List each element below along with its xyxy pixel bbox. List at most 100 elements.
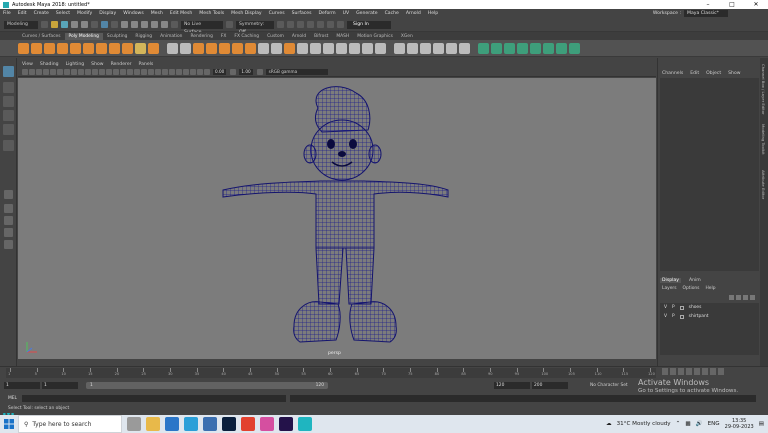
separate-icon[interactable] — [180, 42, 191, 54]
slide-edge-icon[interactable] — [407, 42, 418, 54]
poly-plane-icon[interactable] — [83, 42, 94, 54]
film-gate-icon[interactable] — [71, 69, 77, 75]
select-objects-icon[interactable] — [101, 21, 108, 28]
fill-hole-icon[interactable] — [271, 42, 282, 54]
resolution-gate-icon[interactable] — [78, 69, 84, 75]
gamma-field[interactable]: 1.00 — [239, 69, 253, 75]
play-forwards-icon[interactable] — [694, 368, 700, 375]
smooth-shade-icon[interactable] — [120, 69, 126, 75]
lasso-tool-icon[interactable] — [3, 82, 14, 93]
menu-arnold[interactable]: Arnold — [406, 11, 421, 16]
menuset-dropdown[interactable]: Modeling — [4, 20, 38, 29]
ipr-render-icon[interactable] — [287, 21, 294, 28]
menu-mesh-display[interactable]: Mesh Display — [231, 11, 262, 16]
shelf-tab-mash[interactable]: MASH — [332, 33, 353, 40]
file-explorer-icon[interactable] — [146, 417, 160, 431]
layer-down-icon[interactable] — [736, 295, 741, 300]
layer-color-swatch[interactable] — [679, 305, 684, 310]
shelf-tab-curves-surfaces[interactable]: Curves / Surfaces — [18, 33, 65, 40]
workspace-dropdown[interactable]: Maya Classic* — [684, 10, 728, 17]
shelf-tab-sculpting[interactable]: Sculpting — [103, 33, 132, 40]
menu-deform[interactable]: Deform — [319, 11, 336, 16]
menu-mesh[interactable]: Mesh — [151, 11, 163, 16]
clock[interactable]: 13:35 29-09-2023 — [725, 418, 754, 431]
poly-sphere-icon[interactable] — [18, 42, 29, 54]
bevel-icon[interactable] — [284, 42, 295, 54]
redo-icon[interactable] — [81, 21, 88, 28]
network-icon[interactable]: ▩ — [685, 421, 690, 427]
four-view-layout-icon[interactable] — [4, 204, 13, 213]
language-indicator[interactable]: ENG — [708, 421, 720, 427]
safe-title-icon[interactable] — [106, 69, 112, 75]
image-plane-icon[interactable] — [43, 69, 49, 75]
layer-visibility[interactable]: V — [664, 305, 667, 310]
premiere-icon[interactable] — [279, 417, 293, 431]
uv-spherical-icon[interactable] — [504, 42, 515, 54]
menu-mesh-tools[interactable]: Mesh Tools — [199, 11, 224, 16]
open-scene-icon[interactable] — [51, 21, 58, 28]
save-scene-icon[interactable] — [61, 21, 68, 28]
uv-cut-icon[interactable] — [569, 42, 580, 54]
gate-mask-icon[interactable] — [85, 69, 91, 75]
character-set[interactable]: No Character Set — [590, 383, 628, 388]
append-icon[interactable] — [258, 42, 269, 54]
shelf-tab-rigging[interactable]: Rigging — [131, 33, 156, 40]
merge-icon[interactable] — [297, 42, 308, 54]
2d-pan-zoom-icon[interactable] — [50, 69, 56, 75]
close-icon[interactable]: ✕ — [744, 0, 768, 9]
snap-surface-icon[interactable] — [161, 21, 168, 28]
color-management-icon[interactable] — [256, 69, 263, 75]
snap-point-icon[interactable] — [141, 21, 148, 28]
field-chart-icon[interactable] — [92, 69, 98, 75]
graph-layout-icon[interactable] — [4, 240, 13, 249]
isolate-select-icon[interactable] — [176, 69, 182, 75]
undo-icon[interactable] — [71, 21, 78, 28]
layers-menu[interactable]: Layers — [662, 286, 677, 291]
layer-row[interactable]: V P shirtpant — [660, 312, 759, 321]
weather-text[interactable]: 31°C Mostly cloudy — [617, 421, 671, 427]
viewport-menu-renderer[interactable]: Renderer — [111, 62, 132, 67]
anti-aliasing-icon[interactable] — [169, 69, 175, 75]
scale-tool-icon[interactable] — [3, 140, 14, 151]
xray-icon[interactable] — [183, 69, 189, 75]
layer-row[interactable]: V P shoes — [660, 303, 759, 312]
lights-icon[interactable] — [141, 69, 147, 75]
start-button[interactable] — [0, 415, 18, 433]
edge-loop-icon[interactable] — [349, 42, 360, 54]
menu-display[interactable]: Display — [99, 11, 116, 16]
live-surface-field[interactable]: No Live Surface — [181, 20, 223, 35]
menu-file[interactable]: File — [3, 11, 11, 16]
menu-edit-mesh[interactable]: Edit Mesh — [170, 11, 192, 16]
uv-cylindrical-icon[interactable] — [491, 42, 502, 54]
menu-windows[interactable]: Windows — [123, 11, 144, 16]
history-icon[interactable] — [171, 21, 178, 28]
perspective-viewport[interactable]: persp — [18, 78, 656, 359]
snap-grid-icon[interactable] — [121, 21, 128, 28]
poly-text-icon[interactable] — [135, 42, 146, 54]
poly-cube-icon[interactable] — [31, 42, 42, 54]
user-icon[interactable] — [337, 21, 344, 28]
poly-cylinder-icon[interactable] — [44, 42, 55, 54]
target-weld-icon[interactable] — [336, 42, 347, 54]
select-components-icon[interactable] — [111, 21, 118, 28]
offset-loop-icon[interactable] — [362, 42, 373, 54]
go-to-end-icon[interactable] — [718, 368, 724, 375]
mail-icon[interactable] — [165, 417, 179, 431]
grid-icon[interactable] — [64, 69, 70, 75]
symmetry-dropdown[interactable]: Symmetry: Off — [236, 20, 274, 35]
edit-menu[interactable]: Edit — [690, 71, 699, 76]
shelf-tab-bifrost[interactable]: Bifrost — [310, 33, 332, 40]
uv-layout-icon[interactable] — [556, 42, 567, 54]
shelf-tab-xgen[interactable]: XGen — [397, 33, 417, 40]
show-hidden-icons-icon[interactable]: ⌃ — [676, 421, 681, 427]
start-frame-field[interactable]: 1 — [4, 382, 40, 389]
step-back-frame-icon[interactable] — [678, 368, 684, 375]
shelf-tab-rendering[interactable]: Rendering — [186, 33, 216, 40]
color-space-dropdown[interactable]: sRGB gamma — [265, 69, 328, 75]
minimize-icon[interactable]: – — [696, 0, 720, 9]
single-perspective-layout-icon[interactable] — [4, 190, 13, 199]
rotate-tool-icon[interactable] — [3, 124, 14, 135]
render-view-icon[interactable] — [317, 21, 324, 28]
collapse-icon[interactable] — [310, 42, 321, 54]
edge-icon[interactable] — [184, 417, 198, 431]
